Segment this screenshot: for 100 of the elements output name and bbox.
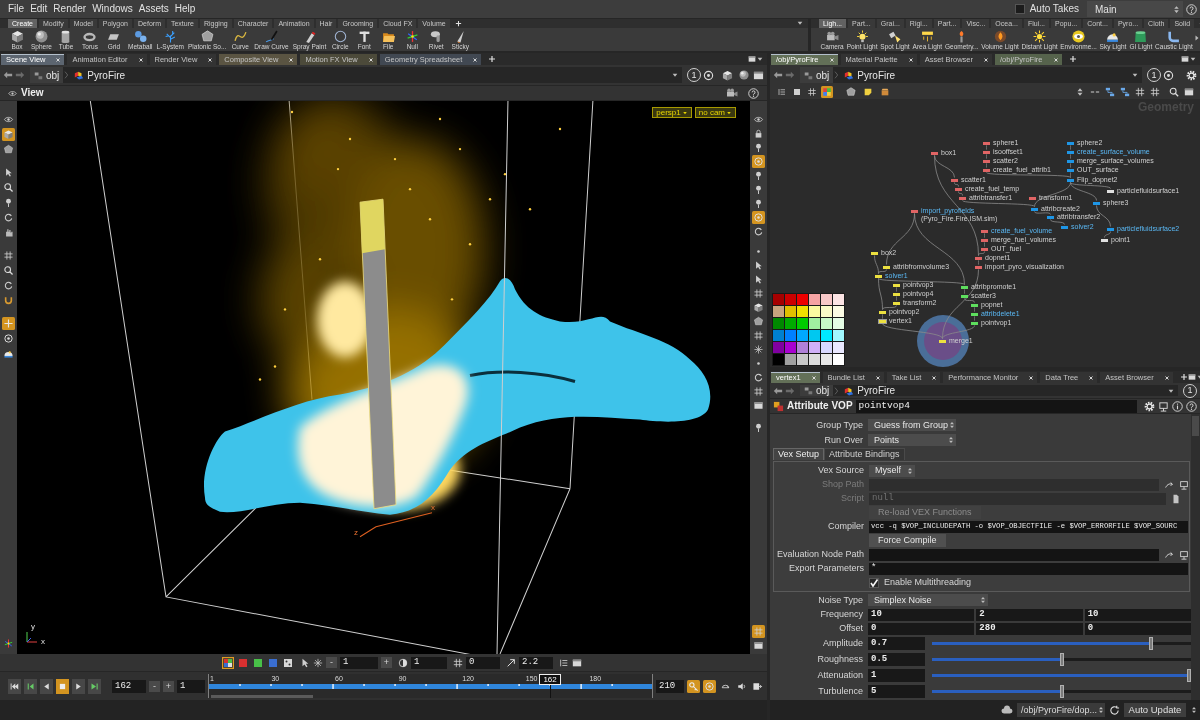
camera-icon[interactable] bbox=[726, 87, 738, 99]
node-icon[interactable] bbox=[960, 293, 969, 299]
text-field[interactable]: 1 bbox=[340, 656, 378, 669]
path-field[interactable]: obj PyroFire bbox=[800, 67, 1142, 83]
monitor-icon[interactable] bbox=[1179, 549, 1189, 560]
grid-icon[interactable] bbox=[2, 249, 15, 262]
color-swatch-icon[interactable] bbox=[773, 354, 784, 365]
node-icon[interactable] bbox=[1066, 140, 1075, 146]
color-swatch-icon[interactable] bbox=[785, 342, 796, 353]
playback-button[interactable] bbox=[40, 678, 53, 694]
settings-icon[interactable] bbox=[1186, 69, 1197, 81]
step-button[interactable]: - bbox=[326, 657, 337, 668]
slider-track[interactable] bbox=[932, 637, 1191, 650]
linked-boxes-icon[interactable] bbox=[1120, 87, 1130, 97]
menu-item[interactable]: Assets bbox=[135, 4, 172, 14]
menu-item[interactable]: File bbox=[5, 4, 28, 14]
color-swatch-icon[interactable] bbox=[797, 318, 808, 329]
slider-handle[interactable] bbox=[1148, 637, 1153, 650]
back-arrow-icon[interactable] bbox=[3, 70, 13, 80]
step-button[interactable]: + bbox=[381, 657, 392, 668]
color-swatch-icon[interactable] bbox=[809, 354, 820, 365]
node-icon[interactable] bbox=[1066, 167, 1075, 173]
node-icon[interactable] bbox=[1066, 177, 1075, 183]
polyhedron-icon[interactable] bbox=[2, 143, 15, 156]
grid-icon[interactable] bbox=[752, 329, 765, 342]
color-swatch-icon[interactable] bbox=[797, 342, 808, 353]
caret-icon[interactable] bbox=[1131, 71, 1139, 79]
text-field[interactable]: 1 bbox=[411, 656, 447, 669]
grid-icon[interactable] bbox=[1135, 87, 1145, 97]
playback-button[interactable] bbox=[72, 678, 85, 694]
node-icon[interactable] bbox=[970, 320, 979, 326]
color-swatch-icon[interactable] bbox=[809, 294, 820, 305]
menu-item[interactable]: Windows bbox=[89, 4, 136, 14]
camera-menu[interactable]: persp1 bbox=[652, 107, 692, 118]
color-swatch-icon[interactable] bbox=[773, 342, 784, 353]
scrollbar-thumb[interactable] bbox=[211, 695, 313, 698]
number-field[interactable]: 0 bbox=[1084, 622, 1191, 635]
polyhedron-icon[interactable] bbox=[846, 87, 856, 97]
node-icon[interactable] bbox=[974, 264, 983, 270]
node-icon[interactable] bbox=[878, 309, 887, 315]
node-icon[interactable] bbox=[982, 149, 991, 155]
playback-button[interactable] bbox=[24, 678, 37, 694]
node-icon[interactable] bbox=[1106, 226, 1115, 232]
menu-item[interactable]: Edit bbox=[27, 4, 51, 14]
layout-icon[interactable] bbox=[1187, 373, 1196, 381]
slider-track[interactable] bbox=[932, 653, 1191, 666]
dropdown[interactable]: Myself bbox=[869, 464, 915, 477]
search-icon[interactable] bbox=[2, 181, 15, 194]
layout-icon[interactable] bbox=[572, 657, 582, 668]
text-field[interactable]: 2.2 bbox=[519, 656, 553, 669]
number-field[interactable]: 1 bbox=[868, 669, 925, 682]
contrast-icon[interactable] bbox=[398, 657, 408, 668]
node-icon[interactable] bbox=[930, 150, 939, 156]
target-icon[interactable] bbox=[2, 332, 15, 345]
layout-icon[interactable] bbox=[1181, 55, 1189, 63]
path-field[interactable]: obj PyroFire bbox=[800, 385, 1178, 396]
node-icon[interactable] bbox=[878, 318, 887, 324]
grid-icon[interactable] bbox=[752, 287, 765, 300]
number-field[interactable]: 2 bbox=[976, 608, 1083, 621]
node-icon[interactable] bbox=[874, 273, 883, 279]
monitor-icon[interactable] bbox=[1179, 479, 1189, 490]
cube-icon[interactable] bbox=[722, 69, 733, 81]
pattern-icon[interactable] bbox=[282, 656, 294, 669]
dropdown[interactable]: Guess from Group bbox=[868, 419, 956, 431]
node-icon[interactable] bbox=[910, 208, 919, 214]
node-icon[interactable] bbox=[882, 264, 891, 270]
folder-tab[interactable]: Attribute Bindings bbox=[824, 448, 905, 460]
color-swatch-icon[interactable] bbox=[797, 330, 808, 341]
color-swatch-icon[interactable] bbox=[785, 354, 796, 365]
number-field[interactable]: 0.7 bbox=[868, 637, 925, 650]
sparkle-icon[interactable] bbox=[313, 657, 323, 668]
diagonal-arrow-icon[interactable] bbox=[506, 657, 516, 668]
channel-swatch-icon[interactable] bbox=[237, 656, 249, 669]
up-down-caret-icon[interactable] bbox=[1075, 87, 1085, 97]
path-segment[interactable]: obj bbox=[800, 67, 834, 83]
color-swatch-icon[interactable] bbox=[785, 318, 796, 329]
node-icon[interactable] bbox=[980, 228, 989, 234]
node-icon[interactable] bbox=[892, 291, 901, 297]
node-icon[interactable] bbox=[1066, 158, 1075, 164]
slider-handle[interactable] bbox=[1059, 685, 1064, 698]
node-icon[interactable] bbox=[950, 177, 959, 183]
color-swatch-icon[interactable] bbox=[773, 318, 784, 329]
number-field[interactable]: 0 bbox=[868, 622, 975, 635]
playback-button[interactable] bbox=[56, 678, 69, 694]
help-icon[interactable] bbox=[748, 87, 759, 99]
color-channels-icon[interactable] bbox=[222, 656, 234, 669]
node-icon[interactable] bbox=[954, 186, 963, 192]
node-icon[interactable] bbox=[892, 282, 901, 288]
text-field[interactable]: * bbox=[869, 562, 1188, 575]
color-swatch-icon[interactable] bbox=[773, 294, 784, 305]
node-icon[interactable] bbox=[982, 158, 991, 164]
layout-icon[interactable] bbox=[753, 69, 764, 81]
node-icon[interactable] bbox=[1030, 206, 1039, 212]
color-swatch-icon[interactable] bbox=[797, 306, 808, 317]
help-icon[interactable] bbox=[1186, 3, 1197, 15]
color-swatch-icon[interactable] bbox=[833, 318, 844, 329]
number-field[interactable]: 5 bbox=[868, 685, 925, 698]
color-swatch-icon[interactable] bbox=[833, 330, 844, 341]
node-icon[interactable] bbox=[970, 302, 979, 308]
node-icon[interactable] bbox=[1028, 195, 1037, 201]
